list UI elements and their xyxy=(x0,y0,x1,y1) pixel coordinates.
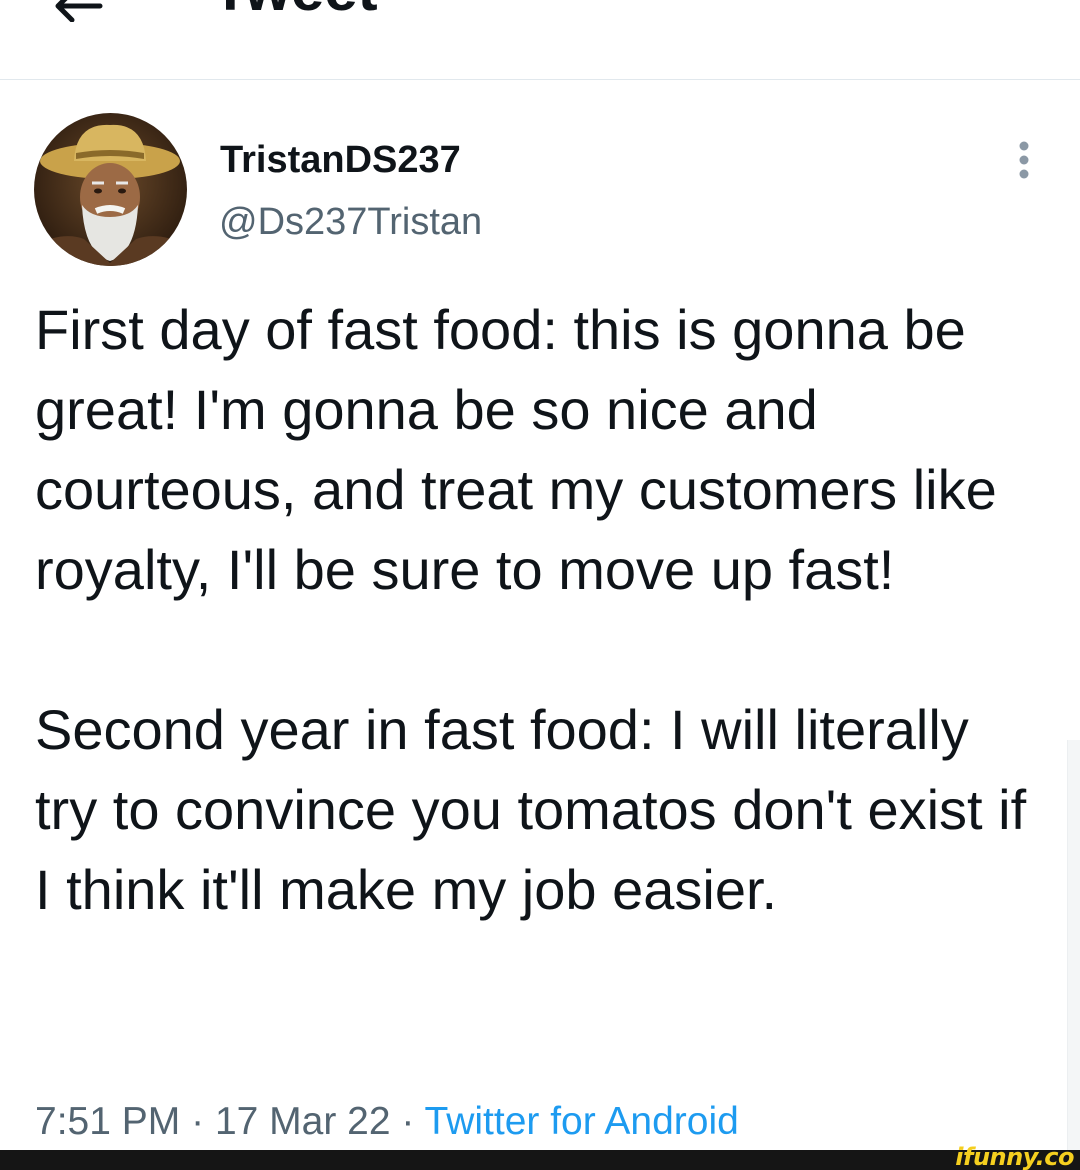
tweet-source-link[interactable]: Twitter for Android xyxy=(425,1100,739,1143)
tweet-date: 17 Mar 22 xyxy=(214,1100,391,1143)
meta-separator: · xyxy=(191,1100,205,1143)
author-display-name[interactable]: TristanDS237 xyxy=(220,138,461,182)
meta-separator: · xyxy=(401,1100,415,1143)
tweet-metadata: 7:51 PM · 17 Mar 22 · Twitter for Androi… xyxy=(35,1098,739,1146)
ifunny-watermark: ifunny.co xyxy=(955,1143,1074,1170)
top-app-bar: Tweet xyxy=(0,0,1080,80)
tweet-text: First day of fast food: this is gonna be… xyxy=(35,290,1035,930)
tweet-paragraph: Second year in fast food: I will literal… xyxy=(35,698,1027,921)
tweet-paragraph: First day of fast food: this is gonna be… xyxy=(35,298,997,601)
tweet-detail-screen: Tweet Trist xyxy=(0,0,1080,1170)
avatar[interactable] xyxy=(34,113,187,266)
arrow-left-icon[interactable] xyxy=(48,0,108,22)
page-title: Tweet xyxy=(212,0,378,20)
more-vertical-icon[interactable] xyxy=(1008,140,1040,180)
tweet-time: 7:51 PM xyxy=(35,1100,181,1143)
watermark-bar xyxy=(0,1150,1080,1170)
author-handle[interactable]: @Ds237Tristan xyxy=(219,200,482,244)
scroll-edge xyxy=(1067,740,1080,1150)
avatar-cowboy-portrait xyxy=(34,113,187,266)
